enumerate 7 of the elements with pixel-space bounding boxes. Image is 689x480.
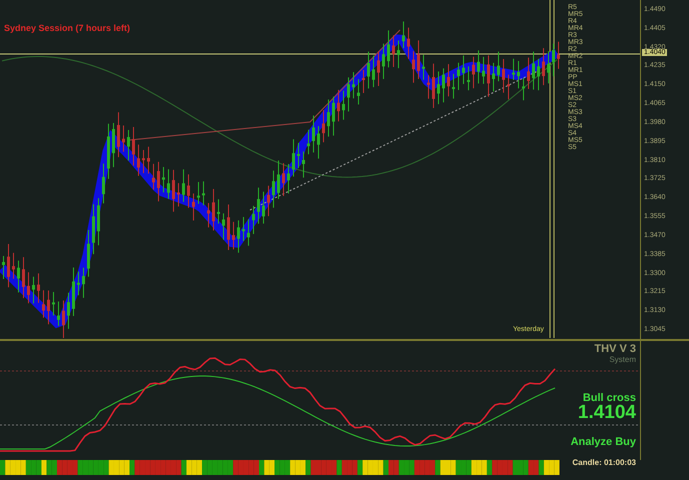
signal-label: Bull cross xyxy=(582,392,636,404)
indicator-title: THV V 3 xyxy=(594,343,636,355)
signal-price: 1.4104 xyxy=(578,404,636,422)
session-label: Sydney Session (7 hours left) xyxy=(4,23,130,33)
candle-timer: Candle: 01:00:03 xyxy=(572,458,636,467)
indicator-subtitle: System xyxy=(609,355,636,364)
analysis-label: Analyze Buy xyxy=(570,436,636,448)
